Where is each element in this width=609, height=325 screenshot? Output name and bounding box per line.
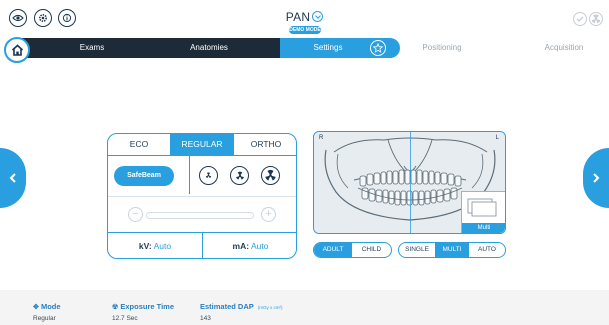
tab-exams[interactable]: Exams — [52, 38, 132, 58]
mode-label: Mode — [40, 302, 61, 311]
left-side-marker: L — [495, 135, 499, 141]
next-step-button[interactable] — [583, 148, 609, 208]
home-button[interactable] — [4, 37, 30, 63]
mode-icon: ✥ — [33, 304, 39, 311]
chevron-right-icon — [593, 173, 600, 183]
multi-thumb-label: Multi — [462, 223, 505, 233]
decrease-button[interactable]: − — [128, 207, 143, 222]
option-single[interactable]: SINGLE — [399, 243, 435, 257]
tab-settings[interactable]: Settings — [296, 38, 360, 58]
ma-readout[interactable]: mA: Auto — [203, 233, 296, 258]
chevron-left-icon — [9, 173, 16, 183]
radiation-low-icon — [205, 172, 212, 179]
exam-title-text: PAN — [285, 9, 311, 24]
multi-view-thumbnail[interactable]: Multi — [461, 191, 505, 233]
summary-mode: ✥ Mode Regular — [33, 302, 61, 322]
demo-mode-badge: DEMO MODE — [289, 26, 321, 34]
summary-dap: Estimated DAP (mGy x cm²) 143 — [200, 302, 283, 322]
exposure-values: kV: Auto mA: Auto — [108, 232, 296, 258]
stacked-images-icon — [467, 198, 497, 217]
app-root: PAN DEMO MODE Exams Anatomies Settings P… — [0, 0, 609, 325]
right-side-marker: R — [319, 135, 324, 141]
previous-step-button[interactable] — [0, 148, 26, 208]
acquisition-mode-selector: SINGLE MULTI AUTO — [398, 242, 506, 258]
favorite-button[interactable] — [370, 40, 386, 56]
dap-unit: (mGy x cm²) — [257, 305, 283, 310]
star-icon — [373, 43, 383, 53]
check-icon — [573, 12, 587, 26]
tab-anatomies[interactable]: Anatomies — [164, 38, 254, 58]
exposure-time-label: Exposure Time — [120, 302, 175, 311]
exposure-slider[interactable] — [146, 212, 254, 219]
dose-medium-button[interactable] — [230, 166, 249, 185]
radiation-high-icon — [265, 169, 276, 181]
workflow-nav: Exams Anatomies Settings Positioning Acq… — [12, 38, 609, 58]
exposure-mode-selector: ECO REGULAR ORTHO — [108, 134, 296, 156]
ma-value: Auto — [250, 241, 269, 251]
dap-value: 143 — [200, 315, 211, 322]
dose-low-button[interactable] — [199, 166, 218, 185]
ma-label: mA: — [232, 241, 250, 251]
kv-readout[interactable]: kV: Auto — [108, 233, 202, 258]
tab-positioning[interactable]: Positioning — [407, 38, 477, 58]
dose-high-button[interactable] — [261, 166, 280, 185]
exposure-slider-row: − + — [108, 196, 296, 232]
tab-acquisition[interactable]: Acquisition — [529, 38, 599, 58]
mode-regular[interactable]: REGULAR — [170, 134, 234, 155]
mode-ortho[interactable]: ORTHO — [234, 134, 296, 155]
option-multi[interactable]: MULTI — [435, 243, 469, 257]
mode-eco[interactable]: ECO — [108, 134, 170, 155]
option-adult[interactable]: ADULT — [314, 243, 352, 257]
exam-title[interactable]: PAN — [0, 9, 609, 24]
patient-size-selector: ADULT CHILD — [313, 242, 392, 258]
home-icon — [11, 44, 23, 56]
safebeam-button[interactable]: SafeBeam — [114, 166, 174, 186]
kv-label: kV: — [138, 241, 152, 251]
option-auto[interactable]: AUTO — [469, 243, 505, 257]
dap-label: Estimated DAP — [200, 302, 254, 311]
exam-summary-bar — [0, 290, 609, 325]
chevron-down-icon[interactable] — [312, 11, 324, 23]
radiation-icon — [589, 12, 603, 26]
kv-value: Auto — [153, 241, 172, 251]
panoramic-preview: R L Multi — [313, 131, 506, 234]
radiation-icon: ☢ — [112, 304, 119, 311]
exposure-settings-panel: ECO REGULAR ORTHO SafeBeam − + kV: Auto … — [107, 133, 297, 259]
mode-value: Regular — [33, 315, 56, 322]
radiation-medium-icon — [235, 171, 244, 180]
option-child[interactable]: CHILD — [352, 243, 391, 257]
exposure-time-value: 12.7 Sec — [112, 315, 138, 322]
summary-exposure-time: ☢ Exposure Time 12.7 Sec — [112, 302, 174, 322]
increase-button[interactable]: + — [261, 207, 276, 222]
